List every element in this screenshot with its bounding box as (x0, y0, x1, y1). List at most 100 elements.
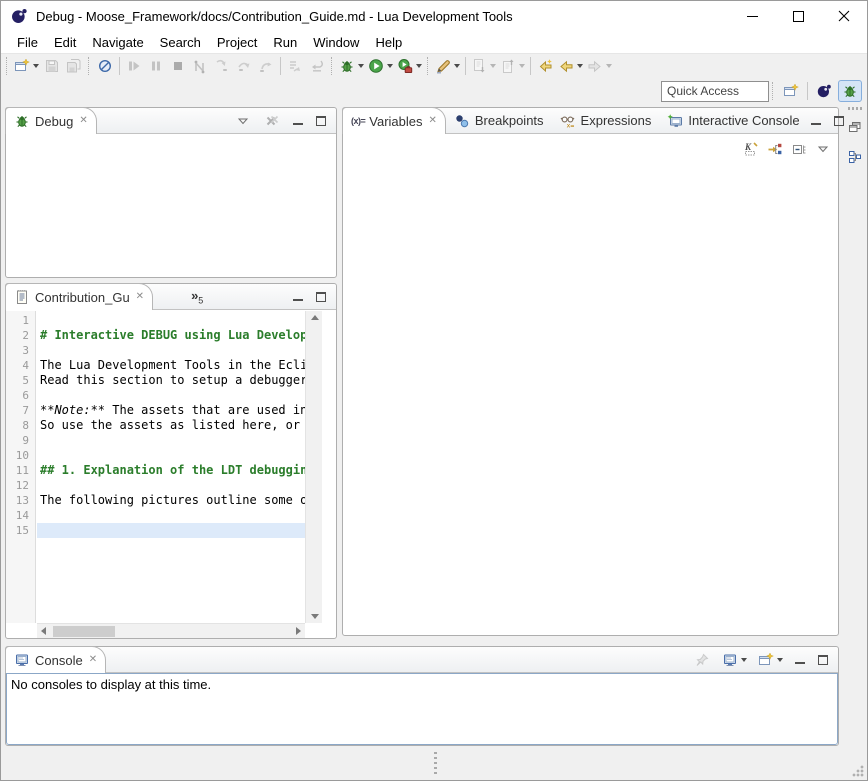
tab-interactive-console[interactable]: Interactive Console (659, 108, 807, 133)
hidden-editors-chevron[interactable]: »5 (191, 288, 203, 306)
close-button[interactable] (821, 1, 867, 31)
minimize-button[interactable] (729, 1, 775, 31)
editor-line[interactable] (37, 478, 305, 493)
toolbar-drag-handle (772, 82, 775, 100)
menu-project[interactable]: Project (209, 33, 265, 52)
scroll-left-arrow[interactable] (41, 627, 46, 635)
maximize-view-button[interactable] (313, 113, 329, 129)
toolbar-drag-handle (88, 57, 91, 75)
outline-view-button[interactable] (844, 146, 866, 168)
tab-console[interactable]: Console (5, 646, 106, 673)
step-filters-icon (287, 58, 303, 74)
forward-button (585, 55, 614, 77)
editor-line[interactable]: # Interactive DEBUG using Lua Develop (37, 328, 305, 343)
lua-perspective-button[interactable] (812, 80, 836, 102)
minimize-view-button[interactable] (808, 113, 824, 129)
view-menu-button[interactable] (232, 110, 254, 132)
quick-access-input[interactable] (661, 81, 769, 102)
run-icon (368, 58, 384, 74)
editor-line[interactable] (37, 388, 305, 403)
menu-run[interactable]: Run (265, 33, 305, 52)
minimize-view-button[interactable] (792, 652, 808, 668)
open-console-button[interactable] (756, 649, 785, 671)
tab-close-icon[interactable] (79, 116, 87, 126)
display-selected-console-dropdown-arrow[interactable] (741, 658, 747, 662)
open-perspective-button[interactable] (779, 80, 803, 102)
console-message: No consoles to display at this time. (7, 674, 837, 695)
tab-contribution-guide[interactable]: Contribution_Gu (5, 283, 153, 310)
external-tools-button[interactable] (395, 55, 424, 77)
resize-grip[interactable] (852, 765, 864, 777)
show-type-names-button[interactable]: K (740, 139, 762, 159)
tab-breakpoints[interactable]: Breakpoints (446, 108, 552, 133)
view-menu-button[interactable] (812, 139, 834, 159)
last-edit-location-button[interactable] (534, 55, 556, 77)
menu-search[interactable]: Search (152, 33, 209, 52)
editor-line[interactable]: **Note:** The assets that are used in (37, 403, 305, 418)
suspend-icon (148, 58, 164, 74)
maximize-button[interactable] (775, 1, 821, 31)
external-tools-dropdown-arrow[interactable] (416, 64, 422, 68)
editor-line[interactable]: The following pictures outline some o (37, 493, 305, 508)
vertical-scrollbar[interactable] (305, 311, 322, 623)
minimize-view-button[interactable] (290, 113, 306, 129)
menu-navigate[interactable]: Navigate (84, 33, 151, 52)
tab-close-icon[interactable] (136, 292, 144, 302)
editor-line[interactable] (37, 343, 305, 358)
horizontal-scrollbar[interactable] (37, 623, 305, 638)
line-number: 1 (6, 313, 35, 328)
show-logical-structures-button[interactable] (764, 139, 786, 159)
menu-edit[interactable]: Edit (46, 33, 84, 52)
debug-dropdown-arrow[interactable] (358, 64, 364, 68)
open-task-dropdown-arrow[interactable] (454, 64, 460, 68)
editor-text-segment: The following pictures outline some o (40, 493, 305, 507)
maximize-view-button[interactable] (313, 289, 329, 305)
line-number: 10 (6, 448, 35, 463)
tab-close-icon[interactable] (89, 655, 97, 665)
editor-line[interactable] (37, 448, 305, 463)
editor-line[interactable]: So use the assets as listed here, or (37, 418, 305, 433)
maximize-view-button[interactable] (815, 652, 831, 668)
scrollbar-thumb[interactable] (53, 626, 115, 637)
run-dropdown-arrow[interactable] (387, 64, 393, 68)
new-button[interactable] (12, 55, 41, 77)
restore-minimized-view-button[interactable] (844, 116, 866, 138)
tab-debug[interactable]: Debug (5, 107, 97, 134)
open-task-button[interactable] (433, 55, 462, 77)
menu-window[interactable]: Window (305, 33, 367, 52)
tab-close-icon[interactable] (429, 116, 437, 126)
run-button[interactable] (366, 55, 395, 77)
open-console-dropdown-arrow[interactable] (777, 658, 783, 662)
minimize-view-button[interactable] (290, 289, 306, 305)
editor-text-area[interactable]: # Interactive DEBUG using Lua Develop The… (37, 311, 305, 623)
editor-line[interactable]: The Lua Development Tools in the Ecli (37, 358, 305, 373)
editor-line[interactable]: Read this section to setup a debugger (37, 373, 305, 388)
collapse-all-button[interactable] (788, 139, 810, 159)
new-dropdown-arrow[interactable] (33, 64, 39, 68)
debug-button[interactable] (337, 55, 366, 77)
skip-all-breakpoints-button[interactable] (94, 55, 116, 77)
collapse-all-icon (791, 141, 807, 157)
menu-file[interactable]: File (9, 33, 46, 52)
editor-line[interactable] (37, 313, 305, 328)
variables-view: (x)=VariablesBreakpointsx=ExpressionsInt… (342, 107, 839, 636)
editor-line[interactable]: ## 1. Explanation of the LDT debuggin (37, 463, 305, 478)
scroll-down-arrow[interactable] (311, 614, 319, 619)
editor-line[interactable] (37, 433, 305, 448)
scroll-right-arrow[interactable] (296, 627, 301, 635)
file-icon (14, 289, 30, 305)
trim-drag-handle[interactable] (848, 107, 862, 110)
editor-line[interactable] (37, 508, 305, 523)
back-button[interactable] (556, 55, 585, 77)
debug-perspective-button[interactable] (838, 80, 862, 102)
editor-body[interactable]: 123456789101112131415 # Interactive DEBU… (6, 311, 336, 638)
status-splitter-handle[interactable] (434, 752, 437, 774)
display-selected-console-button[interactable] (720, 649, 749, 671)
tab-expressions[interactable]: x=Expressions (552, 108, 660, 133)
scroll-up-arrow[interactable] (311, 315, 319, 320)
editor-line[interactable] (37, 523, 305, 538)
menu-help[interactable]: Help (367, 33, 410, 52)
tab-variables[interactable]: (x)=Variables (342, 107, 446, 134)
terminate-button (167, 55, 189, 77)
back-dropdown-arrow[interactable] (577, 64, 583, 68)
